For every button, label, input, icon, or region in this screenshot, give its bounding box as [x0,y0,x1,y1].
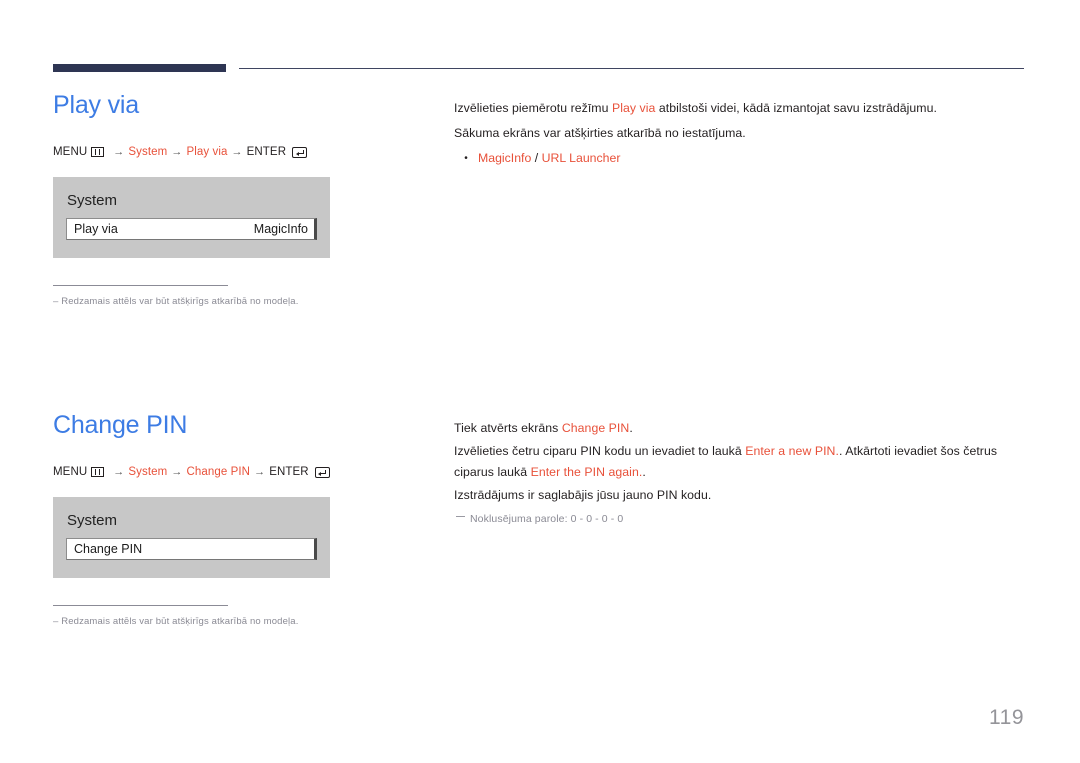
bullet-separator: / [531,151,542,165]
osd-title-system: System [67,512,118,529]
menu-grid-icon [91,147,105,157]
menu-path-play-via: MENU → System → Play via → ENTER [53,146,433,158]
menu-label: MENU [53,146,88,158]
osd-row-label: Change PIN [74,542,143,556]
path-arrow-1: → [113,466,125,478]
path-arrow-3: → [231,146,243,158]
pv-p1-highlight: Play via [611,101,656,115]
note-text: Noklusējuma parole: 0 - 0 - 0 - 0 [470,513,624,525]
osd-row-value: MagicInfo [253,222,308,236]
footnote-text: – Redzamais attēls var būt atšķirīgs atk… [53,296,299,307]
play-via-paragraph-1: Izvēlieties piemērotu režīmu Play via at… [454,98,1027,119]
cp-p2-part-a: Izvēlieties četru ciparu PIN kodu un iev… [454,444,746,458]
path-arrow-2: → [171,466,183,478]
path-arrow-3: → [254,466,266,478]
cp-p1-part-b: . [629,421,633,435]
osd-title-system: System [67,192,118,209]
note-dash-icon [456,516,465,517]
change-pin-paragraph-2: Izvēlieties četru ciparu PIN kodu un iev… [454,441,1027,483]
enter-return-icon [292,146,308,158]
osd-row-change-pin[interactable]: Change PIN [66,538,317,560]
change-pin-paragraph-3: Izstrādājums ir saglabājis jūsu jauno PI… [454,488,712,502]
menu-path-step-system: System [128,146,168,158]
path-arrow-1: → [113,146,125,158]
bullet-text: MagicInfo / URL Launcher [478,148,620,169]
play-via-bullet-item: • MagicInfo / URL Launcher [454,148,1027,169]
play-via-right-column: Izvēlieties piemērotu režīmu Play via at… [454,98,1027,169]
top-rule-thick-bar [53,64,226,72]
enter-label: ENTER [246,146,287,158]
cp-p2-highlight-pin-again: Enter the PIN again. [530,465,643,479]
cp-p2-highlight-new-pin: Enter a new PIN. [745,444,839,458]
pv-p1-part-a: Izvēlieties piemērotu režīmu [454,101,612,115]
change-pin-default-password-note: Noklusējuma parole: 0 - 0 - 0 - 0 [454,511,1027,528]
manual-page: Play via MENU → System → Play via → ENTE… [0,0,1080,763]
change-pin-left-column: Change PIN MENU → System → Change PIN → … [53,410,433,628]
play-via-paragraph-2: Sākuma ekrāns var atšķirties atkarībā no… [454,126,746,140]
path-arrow-2: → [171,146,183,158]
footnote-play-via: – Redzamais attēls var būt atšķirīgs atk… [53,285,353,308]
page-top-rule [53,62,1024,74]
osd-panel-change-pin: System Change PIN [53,497,330,578]
play-via-left-column: Play via MENU → System → Play via → ENTE… [53,90,433,308]
osd-row-play-via[interactable]: Play via MagicInfo [66,218,317,240]
bullet-option-url-launcher: URL Launcher [541,151,621,165]
page-title-play-via: Play via [53,91,139,119]
menu-path-step-play-via: Play via [186,146,228,158]
cp-p2-part-c: . [642,465,646,479]
change-pin-paragraph-1: Tiek atvērts ekrāns Change PIN. [454,418,1027,439]
footnote-rule [53,605,228,606]
footnote-change-pin: – Redzamais attēls var būt atšķirīgs atk… [53,605,353,628]
change-pin-right-column: Tiek atvērts ekrāns Change PIN. Izvēliet… [454,418,1027,528]
page-title-change-pin: Change PIN [53,411,188,439]
cp-p1-highlight: Change PIN [561,421,630,435]
menu-path-step-change-pin: Change PIN [186,466,251,478]
footnote-text: – Redzamais attēls var būt atšķirīgs atk… [53,616,299,627]
menu-path-step-system: System [128,466,168,478]
pv-p1-part-b: atbilstoši videi, kādā izmantojat savu i… [655,101,937,115]
osd-row-label: Play via [74,222,118,236]
osd-panel-play-via: System Play via MagicInfo [53,177,330,258]
bullet-option-magicinfo: MagicInfo [478,151,532,165]
top-rule-thin-line [239,68,1024,69]
page-number: 119 [989,706,1024,729]
footnote-rule [53,285,228,286]
menu-label: MENU [53,466,88,478]
enter-return-icon [314,466,330,478]
menu-path-change-pin: MENU → System → Change PIN → ENTER [53,466,433,478]
enter-label: ENTER [269,466,309,478]
bullet-dot-icon: • [464,153,468,164]
menu-grid-icon [91,467,105,477]
cp-p1-part-a: Tiek atvērts ekrāns [454,421,562,435]
